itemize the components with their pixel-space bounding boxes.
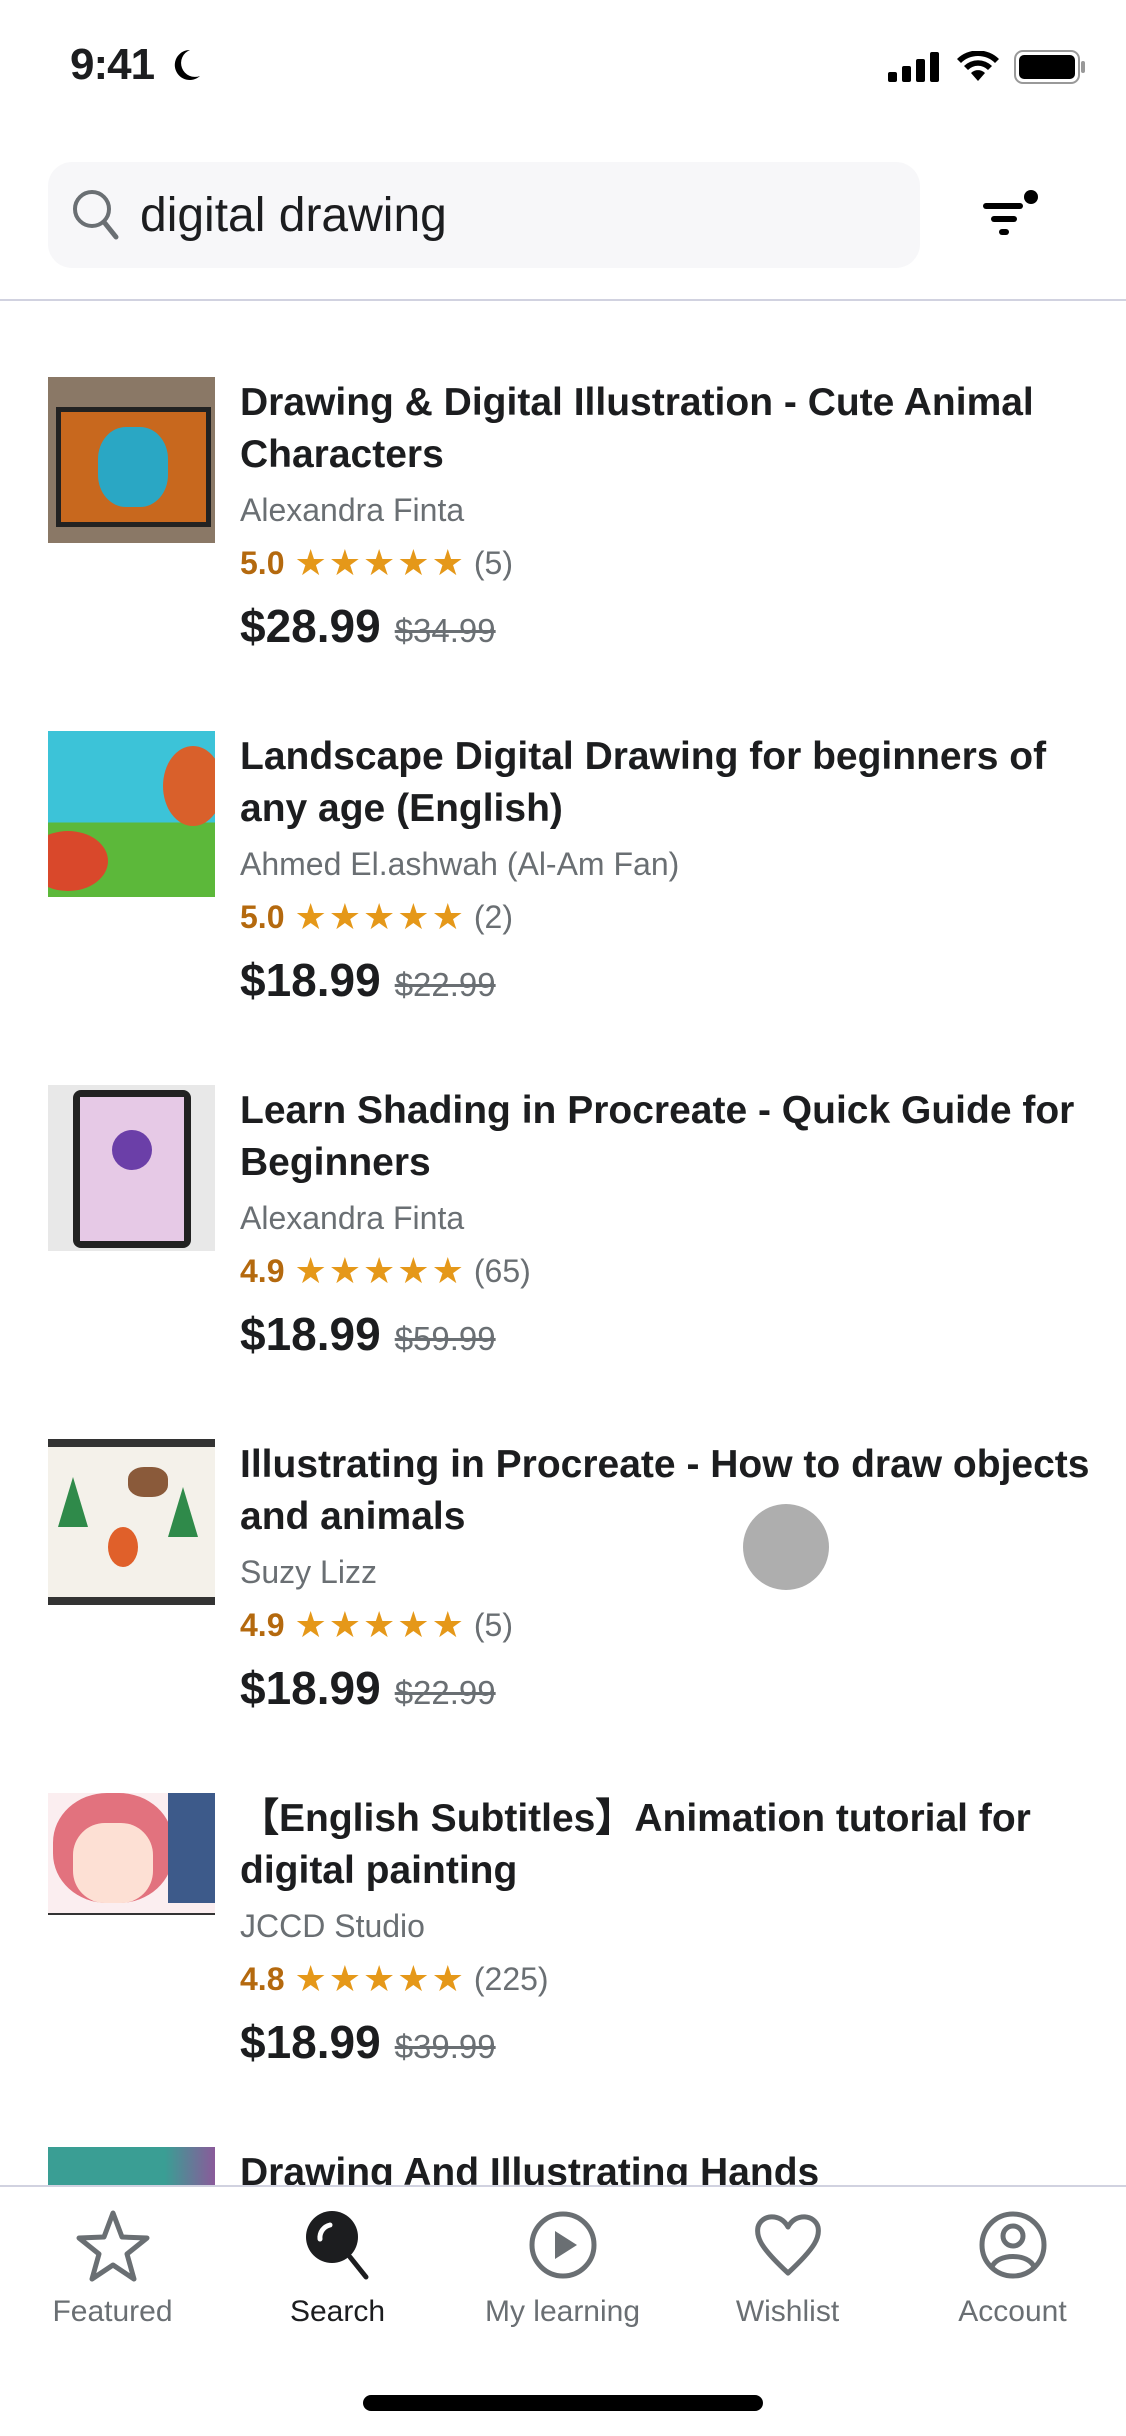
rating-value: 4.9 — [240, 1606, 285, 1643]
current-price: $18.99 — [240, 1308, 381, 1360]
course-rating: 5.0 ★★★★★ (2) — [240, 895, 1090, 939]
star-icon — [76, 2210, 149, 2282]
wifi-icon — [957, 51, 999, 81]
course-rating: 5.0 ★★★★★ (5) — [240, 541, 1090, 585]
stars-icon: ★★★★★ — [294, 542, 466, 583]
tab-label: Featured — [52, 2295, 173, 2328]
course-title[interactable]: Illustrating in Procreate - How to draw … — [240, 1439, 1090, 1543]
course-item[interactable]: Illustrating in Procreate - How to draw … — [0, 1439, 1126, 1793]
original-price: $59.99 — [394, 1320, 496, 1357]
course-rating: 4.9 ★★★★★ (5) — [240, 1603, 1090, 1647]
review-count: (5) — [473, 1606, 513, 1643]
home-indicator[interactable] — [363, 2395, 763, 2411]
course-price: $18.99 $59.99 — [240, 1307, 1090, 1361]
header-divider — [0, 299, 1126, 301]
rating-value: 4.8 — [240, 1960, 285, 1997]
play-circle-icon — [529, 2211, 596, 2279]
tab-label: Search — [289, 2295, 386, 2328]
stars-icon: ★★★★★ — [294, 1958, 466, 1999]
course-title[interactable]: Landscape Digital Drawing for beginners … — [240, 731, 1090, 835]
course-author: JCCD Studio — [240, 1908, 425, 1944]
search-bar[interactable] — [48, 162, 920, 268]
course-title[interactable]: Drawing And Illustrating Hands — [240, 2147, 1090, 2185]
tab-label: Account — [958, 2295, 1067, 2328]
rating-value: 4.9 — [240, 1252, 285, 1289]
rating-value: 5.0 — [240, 898, 285, 935]
course-item[interactable]: Learn Shading in Procreate - Quick Guide… — [0, 1085, 1126, 1439]
course-thumbnail — [48, 1793, 215, 1959]
results-list: Drawing & Digital Illustration - Cute An… — [0, 377, 1126, 2185]
course-item[interactable]: Drawing & Digital Illustration - Cute An… — [0, 377, 1126, 731]
battery-icon — [1014, 50, 1085, 84]
rating-value: 5.0 — [240, 544, 285, 581]
search-icon — [305, 2211, 368, 2280]
heart-icon — [754, 2214, 821, 2276]
clock: 9:41 — [70, 40, 155, 89]
tab-my-learning[interactable]: My learning — [450, 2207, 675, 2329]
original-price: $39.99 — [394, 2028, 496, 2065]
course-author: Ahmed El.ashwah (Al-Am Fan) — [240, 846, 680, 882]
current-price: $18.99 — [240, 954, 381, 1006]
course-price: $28.99 $34.99 — [240, 599, 1090, 653]
course-item[interactable]: Landscape Digital Drawing for beginners … — [0, 731, 1126, 1085]
account-icon — [979, 2211, 1046, 2279]
search-icon — [73, 190, 119, 240]
touch-indicator — [743, 1504, 829, 1590]
status-bar: 9:41 — [0, 0, 1126, 140]
original-price: $22.99 — [394, 966, 496, 1003]
signal-icon — [888, 52, 939, 82]
course-author: Alexandra Finta — [240, 492, 465, 528]
review-count: (5) — [473, 544, 513, 581]
original-price: $22.99 — [394, 1674, 496, 1711]
stars-icon: ★★★★★ — [294, 896, 466, 937]
course-price: $18.99 $22.99 — [240, 1661, 1090, 1715]
tab-account[interactable]: Account — [900, 2207, 1125, 2329]
course-item[interactable]: Drawing And Illustrating Hands — [0, 2147, 1126, 2185]
review-count: (65) — [473, 1252, 531, 1289]
moon-icon — [174, 49, 200, 80]
course-price: $18.99 $22.99 — [240, 953, 1090, 1007]
course-item[interactable]: 【English Subtitles】Animation tutorial fo… — [0, 1793, 1126, 2147]
course-rating: 4.9 ★★★★★ (65) — [240, 1249, 1090, 1293]
tab-label: Wishlist — [735, 2295, 840, 2328]
course-thumbnail — [48, 2147, 215, 2185]
current-price: $28.99 — [240, 600, 381, 652]
tab-search[interactable]: Search — [225, 2207, 450, 2329]
course-thumbnail — [48, 1439, 215, 1605]
review-count: (225) — [473, 1960, 549, 1997]
course-title[interactable]: Drawing & Digital Illustration - Cute An… — [240, 377, 1090, 481]
stars-icon: ★★★★★ — [294, 1250, 466, 1291]
course-author: Alexandra Finta — [240, 1200, 465, 1236]
search-input[interactable] — [140, 187, 840, 243]
course-title[interactable]: 【English Subtitles】Animation tutorial fo… — [240, 1793, 1090, 1897]
filter-icon[interactable] — [980, 185, 1046, 241]
review-count: (2) — [473, 898, 513, 935]
current-price: $18.99 — [240, 1662, 381, 1714]
tab-wishlist[interactable]: Wishlist — [675, 2207, 900, 2329]
course-price: $18.99 $39.99 — [240, 2015, 1090, 2069]
tab-label: My learning — [484, 2295, 641, 2328]
course-author: Suzy Lizz — [240, 1554, 377, 1590]
tab-featured[interactable]: Featured — [0, 2207, 225, 2329]
stars-icon: ★★★★★ — [294, 1604, 466, 1645]
course-thumbnail — [48, 377, 215, 543]
course-rating: 4.8 ★★★★★ (225) — [240, 1957, 1090, 2001]
original-price: $34.99 — [394, 612, 496, 649]
course-title[interactable]: Learn Shading in Procreate - Quick Guide… — [240, 1085, 1090, 1189]
course-thumbnail — [48, 1085, 215, 1251]
course-thumbnail — [48, 731, 215, 897]
current-price: $18.99 — [240, 2016, 381, 2068]
